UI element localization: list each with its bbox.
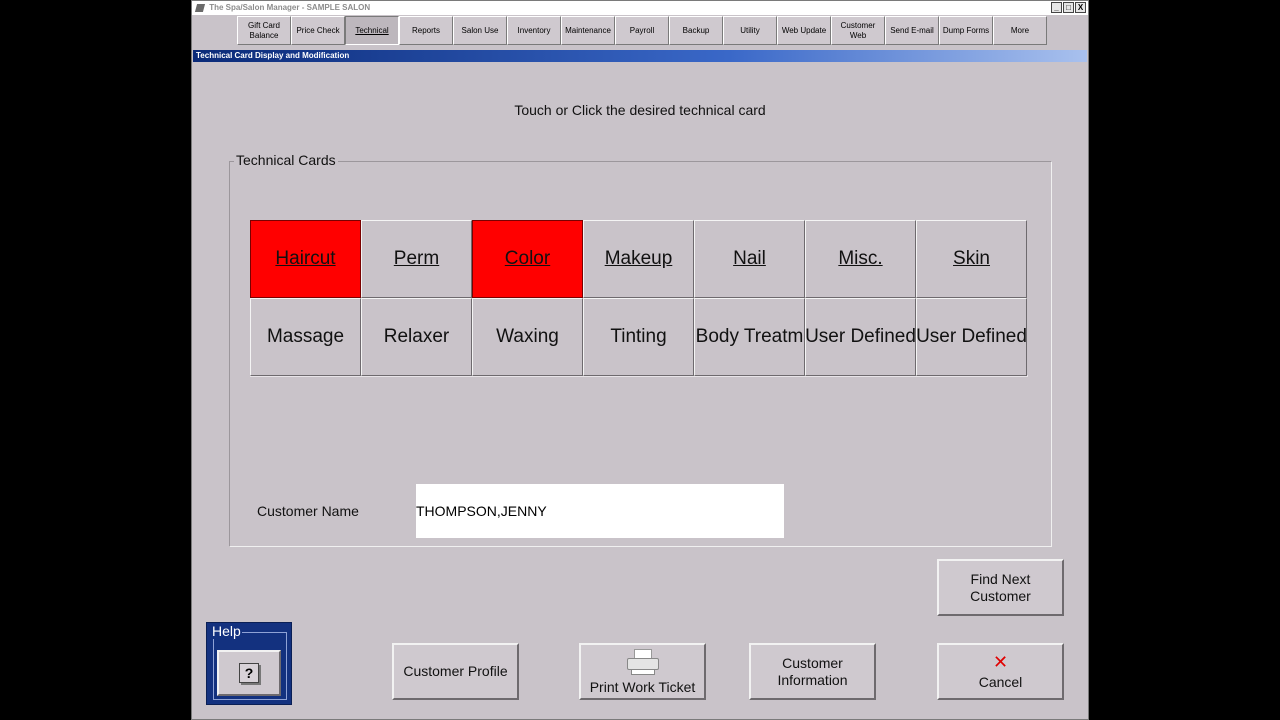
card-label: Haircut bbox=[275, 248, 336, 269]
card-label: Relaxer bbox=[383, 326, 450, 347]
card-label: Nail bbox=[733, 248, 766, 269]
card-label: Makeup bbox=[604, 248, 673, 269]
toolbar-send-e-mail-button[interactable]: Send E-mail bbox=[885, 16, 939, 45]
cancel-x-icon: ✕ bbox=[992, 651, 1009, 672]
cancel-button[interactable]: ✕ Cancel bbox=[937, 643, 1064, 700]
toolbar-maintenance-button[interactable]: Maintenance bbox=[561, 16, 615, 45]
toolbar-reports-button[interactable]: Reports bbox=[399, 16, 453, 45]
customer-name-field[interactable] bbox=[416, 484, 784, 538]
printer-icon bbox=[625, 649, 661, 677]
card-relaxer-8[interactable]: Relaxer bbox=[361, 298, 472, 376]
toolbar-salon-use-button[interactable]: Salon Use bbox=[453, 16, 507, 45]
app-icon bbox=[194, 3, 206, 12]
find-next-label-line2: Customer bbox=[970, 587, 1031, 604]
toolbar-dump-forms-button[interactable]: Dump Forms bbox=[939, 16, 993, 45]
customer-information-line1: Customer bbox=[782, 654, 843, 671]
card-label: Waxing bbox=[496, 326, 559, 347]
help-button[interactable]: ? bbox=[217, 650, 281, 696]
cancel-label: Cancel bbox=[978, 673, 1023, 690]
card-label: User Defined bbox=[805, 326, 916, 347]
card-skin-6[interactable]: Skin bbox=[916, 220, 1027, 298]
card-makeup-3[interactable]: Makeup bbox=[583, 220, 694, 298]
close-button[interactable]: X bbox=[1075, 2, 1086, 13]
toolbar-button-label: More bbox=[1010, 25, 1030, 35]
minimize-button[interactable]: _ bbox=[1051, 2, 1062, 13]
card-tinting-10[interactable]: Tinting bbox=[583, 298, 694, 376]
toolbar-web-update-button[interactable]: Web Update bbox=[777, 16, 831, 45]
card-user-defined-12[interactable]: User Defined bbox=[805, 298, 916, 376]
panel-header: Technical Card Display and Modification bbox=[193, 50, 1087, 62]
card-label: Color bbox=[504, 248, 551, 269]
card-body-treatm-11[interactable]: Body Treatm bbox=[694, 298, 805, 376]
window-title: The Spa/Salon Manager - SAMPLE SALON bbox=[209, 3, 371, 12]
toolbar-button-label: Technical bbox=[355, 25, 389, 35]
customer-information-line2: Information bbox=[777, 671, 848, 688]
toolbar-utility-button[interactable]: Utility bbox=[723, 16, 777, 45]
question-mark-icon: ? bbox=[239, 663, 259, 683]
toolbar-button-label: Customer Web bbox=[840, 20, 876, 40]
toolbar-inventory-button[interactable]: Inventory bbox=[507, 16, 561, 45]
customer-profile-button[interactable]: Customer Profile bbox=[392, 643, 519, 700]
card-label: Tinting bbox=[610, 326, 667, 347]
find-next-customer-button[interactable]: Find Next Customer bbox=[937, 559, 1064, 616]
customer-profile-label: Customer Profile bbox=[403, 663, 508, 679]
card-misc--5[interactable]: Misc. bbox=[805, 220, 916, 298]
help-panel: Help ? bbox=[206, 622, 292, 705]
toolbar-button-label: Send E-mail bbox=[890, 25, 934, 35]
instruction-text: Touch or Click the desired technical car… bbox=[514, 102, 766, 118]
main-toolbar: Gift Card Balance Price Check Technical Rep… bbox=[237, 16, 1047, 45]
toolbar-button-label: Payroll bbox=[629, 25, 655, 35]
help-label: Help bbox=[211, 623, 242, 639]
card-label: Misc. bbox=[838, 248, 883, 269]
toolbar-price-check-button[interactable]: Price Check bbox=[291, 16, 345, 45]
maximize-button[interactable]: □ bbox=[1063, 2, 1074, 13]
card-waxing-9[interactable]: Waxing bbox=[472, 298, 583, 376]
card-label: Body Treatm bbox=[695, 326, 804, 347]
toolbar-button-label: Gift Card Balance bbox=[247, 20, 280, 40]
find-next-label-line1: Find Next bbox=[970, 570, 1031, 587]
card-label: Skin bbox=[953, 248, 990, 269]
card-label: User Defined bbox=[916, 326, 1027, 347]
print-work-ticket-label: Print Work Ticket bbox=[589, 679, 696, 695]
card-haircut-0[interactable]: Haircut bbox=[250, 220, 361, 298]
card-label: Perm bbox=[393, 248, 440, 269]
toolbar-gift-card-balance-button[interactable]: Gift Card Balance bbox=[237, 16, 291, 45]
card-nail-4[interactable]: Nail bbox=[694, 220, 805, 298]
toolbar-customer-web-button[interactable]: Customer Web bbox=[831, 16, 885, 45]
toolbar-technical-button[interactable]: Technical bbox=[345, 16, 399, 45]
toolbar-payroll-button[interactable]: Payroll bbox=[615, 16, 669, 45]
technical-cards-grid: Haircut Perm Color Makeup Nail Misc. Skin Massa… bbox=[250, 220, 1028, 377]
card-color-2[interactable]: Color bbox=[472, 220, 583, 298]
toolbar-backup-button[interactable]: Backup bbox=[669, 16, 723, 45]
card-label: Massage bbox=[266, 326, 345, 347]
toolbar-more-button[interactable]: More bbox=[993, 16, 1047, 45]
print-work-ticket-button[interactable]: Print Work Ticket bbox=[579, 643, 706, 700]
toolbar-button-label: Price Check bbox=[296, 25, 340, 35]
toolbar-button-label: Reports bbox=[411, 25, 440, 35]
toolbar-button-label: Dump Forms bbox=[942, 25, 990, 35]
app-window: The Spa/Salon Manager - SAMPLE SALON _ □… bbox=[191, 0, 1089, 720]
title-bar: The Spa/Salon Manager - SAMPLE SALON _ □… bbox=[192, 1, 1088, 15]
card-perm-1[interactable]: Perm bbox=[361, 220, 472, 298]
window-controls: _ □ X bbox=[1051, 2, 1086, 13]
toolbar-button-label: Salon Use bbox=[461, 25, 499, 35]
toolbar-button-label: Utility bbox=[740, 25, 760, 35]
customer-name-label: Customer Name bbox=[257, 503, 359, 519]
technical-cards-legend: Technical Cards bbox=[234, 152, 338, 168]
customer-information-button[interactable]: Customer Information bbox=[749, 643, 876, 700]
toolbar-button-label: Web Update bbox=[781, 25, 827, 35]
toolbar-button-label: Backup bbox=[682, 25, 710, 35]
card-user-defined-13[interactable]: User Defined bbox=[916, 298, 1027, 376]
toolbar-button-label: Inventory bbox=[517, 25, 551, 35]
card-massage-7[interactable]: Massage bbox=[250, 298, 361, 376]
toolbar-button-label: Maintenance bbox=[565, 25, 611, 35]
